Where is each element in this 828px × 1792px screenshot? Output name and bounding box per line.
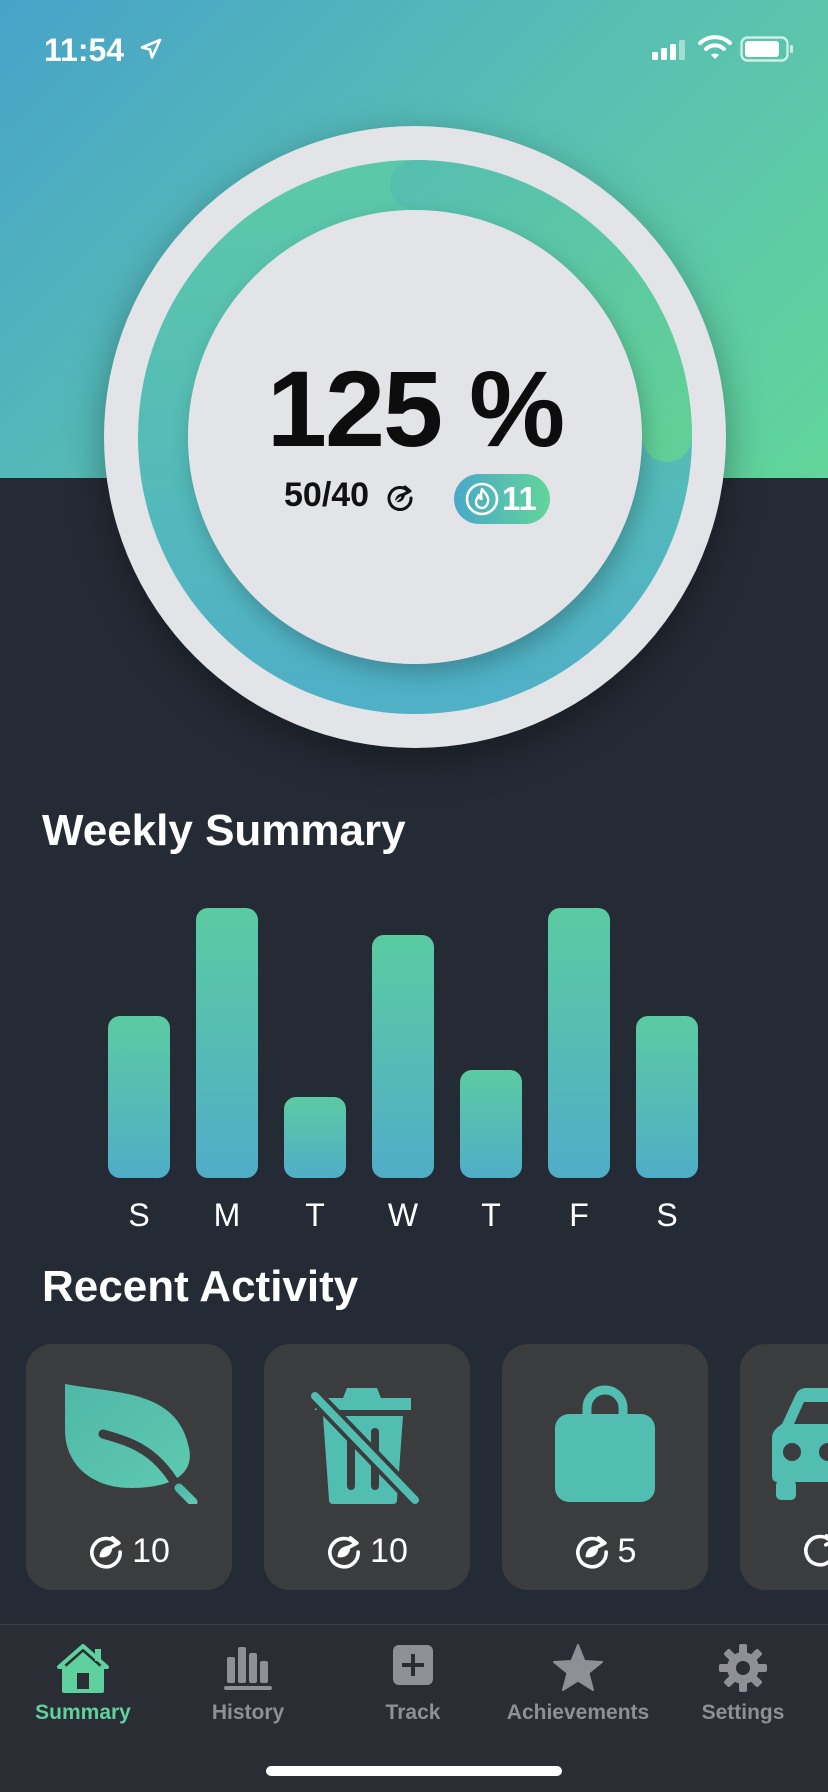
streak-count: 11 bbox=[502, 480, 537, 517]
history-icon bbox=[224, 1647, 272, 1690]
tab-label: Track bbox=[385, 1701, 441, 1724]
activity-value: 10 bbox=[370, 1532, 408, 1570]
wifi-icon bbox=[698, 35, 732, 59]
bar-1[interactable] bbox=[196, 908, 258, 1178]
flame-icon bbox=[465, 482, 499, 516]
car-icon bbox=[772, 1388, 828, 1500]
percent-complete: 125 % bbox=[266, 348, 565, 469]
star-icon bbox=[553, 1644, 603, 1691]
plus-square-icon bbox=[393, 1645, 433, 1685]
tab-track[interactable]: Track bbox=[330, 1643, 496, 1733]
eco-coin-icon bbox=[90, 1535, 123, 1569]
day-label-4: T bbox=[481, 1197, 501, 1233]
location-arrow-icon bbox=[140, 38, 162, 59]
activity-value: 5 bbox=[617, 1532, 637, 1570]
gear-icon bbox=[719, 1644, 767, 1692]
day-label-2: T bbox=[305, 1197, 325, 1233]
tab-label: Achievements bbox=[506, 1701, 650, 1724]
eco-coin-icon bbox=[575, 1535, 608, 1569]
status-bar: 11:54 bbox=[0, 0, 828, 100]
activity-card-no-trash[interactable]: 10 bbox=[264, 1344, 470, 1590]
cellular-signal-icon bbox=[652, 40, 685, 60]
day-label-6: S bbox=[656, 1197, 677, 1233]
day-label-5: F bbox=[569, 1197, 589, 1233]
leaf-icon bbox=[65, 1384, 198, 1504]
tab-label: History bbox=[211, 1701, 285, 1724]
activity-value: 10 bbox=[132, 1532, 170, 1570]
weekly-summary-title: Weekly Summary bbox=[42, 806, 406, 855]
recent-activity-title: Recent Activity bbox=[42, 1262, 359, 1311]
goal-progress-ring[interactable]: 125 % 50/40 11 bbox=[104, 126, 726, 748]
activity-card-car[interactable] bbox=[740, 1344, 828, 1590]
day-label-0: S bbox=[128, 1197, 149, 1233]
tab-summary[interactable]: Summary bbox=[0, 1643, 166, 1733]
home-icon bbox=[57, 1644, 109, 1693]
eco-coin-icon bbox=[387, 485, 413, 511]
tab-label: Settings bbox=[701, 1701, 785, 1724]
bar-5[interactable] bbox=[548, 908, 610, 1178]
status-time: 11:54 bbox=[44, 32, 125, 68]
bar-2[interactable] bbox=[284, 1097, 346, 1178]
day-label-1: M bbox=[214, 1197, 241, 1233]
activity-card-bag[interactable]: 5 bbox=[502, 1344, 708, 1590]
no-trash-icon bbox=[307, 1388, 423, 1506]
bar-4[interactable] bbox=[460, 1070, 522, 1178]
bar-3[interactable] bbox=[372, 935, 434, 1178]
tab-achievements[interactable]: Achievements bbox=[495, 1643, 661, 1733]
tab-history[interactable]: History bbox=[165, 1643, 331, 1733]
progress-count: 50/40 bbox=[284, 476, 370, 514]
streak-badge: 11 bbox=[454, 474, 550, 524]
eco-coin-icon bbox=[804, 1534, 828, 1567]
home-indicator bbox=[266, 1766, 562, 1776]
tab-label: Summary bbox=[35, 1701, 131, 1724]
activity-card-leaf[interactable]: 10 bbox=[26, 1344, 232, 1590]
bar-6[interactable] bbox=[636, 1016, 698, 1178]
tab-settings[interactable]: Settings bbox=[660, 1643, 826, 1733]
bag-icon bbox=[555, 1385, 655, 1502]
eco-coin-icon bbox=[328, 1535, 361, 1569]
weekly-bar-chart: SMTWTFS bbox=[108, 908, 698, 1233]
day-label-3: W bbox=[388, 1197, 419, 1233]
bar-0[interactable] bbox=[108, 1016, 170, 1178]
battery-icon bbox=[740, 36, 793, 62]
